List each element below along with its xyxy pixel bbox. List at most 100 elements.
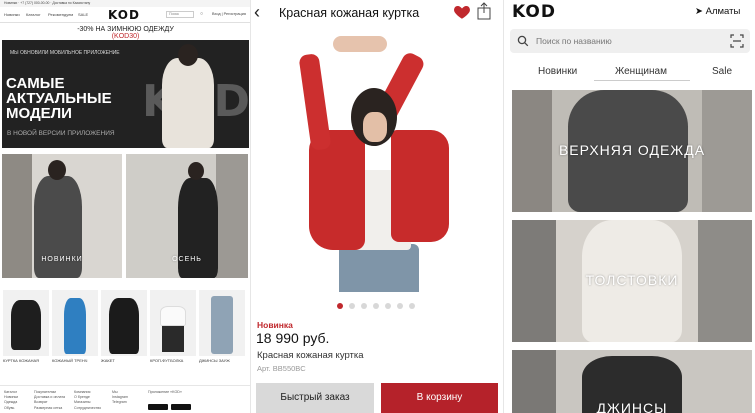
tile-autumn-model [178, 178, 218, 278]
catalog-logo[interactable]: KOD [512, 2, 556, 22]
banner-kicker: МЫ ОБНОВИЛИ МОБИЛЬНОЕ ПРИЛОЖЕНИЕ [10, 50, 120, 56]
new-badge: Новинка [257, 320, 293, 330]
banner-sub: В НОВОЙ ВЕРСИИ ПРИЛОЖЕНИЯ [7, 130, 115, 137]
top-info-text: Новинки · +7 (727) 000-00-00 · Доставка … [4, 1, 91, 5]
product-thumb-4-bottom [162, 326, 184, 352]
gallery-dot-active[interactable] [337, 303, 343, 309]
site-search-placeholder: Поиск [169, 12, 179, 16]
top-info-bar: Новинки · +7 (727) 000-00-00 · Доставка … [0, 0, 250, 7]
photo-face [363, 112, 387, 142]
product-thumb-2-item [64, 298, 86, 354]
gallery-dot[interactable] [397, 303, 403, 309]
tile-new-model-head [48, 160, 66, 180]
banner-headline-1: САМЫЕ [6, 75, 65, 92]
login-link[interactable]: Вход | Регистрация [212, 12, 246, 16]
product-thumb-4[interactable] [150, 290, 196, 356]
city-label: Алматы [705, 6, 741, 17]
gallery-dot[interactable] [373, 303, 379, 309]
product-thumb-5[interactable] [199, 290, 245, 356]
tile-new-label: НОВИНКИ [41, 256, 83, 263]
footer-app-title: Приложение «KOD» [148, 390, 182, 394]
product-photo[interactable] [251, 30, 503, 292]
product-thumb-5-item [211, 296, 233, 354]
product-price: 18 990 руб. [256, 330, 330, 346]
product-thumb-1[interactable] [3, 290, 49, 356]
footer-app: Приложение «KOD» [148, 390, 182, 395]
photo-hands [333, 36, 387, 52]
app-store-badge[interactable] [148, 404, 168, 410]
promo-code: (KOD30) [111, 33, 140, 40]
catalog-panel: KOD ➤ Алматы Поиск по названию Новинки Ж… [503, 0, 755, 413]
quick-order-button[interactable]: Быстрый заказ [256, 383, 374, 413]
product-thumb-3[interactable] [101, 290, 147, 356]
gallery-dot[interactable] [361, 303, 367, 309]
heart-icon[interactable] [453, 3, 471, 21]
tile-autumn-model-head [188, 162, 204, 180]
banner-headline: САМЫЕ АКТУАЛЬНЫЕ МОДЕЛИ [6, 76, 112, 121]
product-thumb-3-item [109, 298, 139, 354]
tile-autumn-label: ОСЕНЬ [172, 256, 202, 263]
share-icon[interactable] [476, 2, 492, 20]
photo-arm-left [298, 53, 332, 151]
nav-item-recommend[interactable]: Рекомендуем [48, 12, 73, 17]
product-caption-4[interactable]: КРОП-ФУТБОЛКА [150, 358, 183, 363]
product-caption-1[interactable]: КУРТКА КОЖАНАЯ [3, 358, 39, 363]
nav-item-sale[interactable]: SALE [78, 12, 88, 17]
footer-col-catalog: Каталог Новинки Одежда Обувь [4, 390, 18, 411]
tab-new[interactable]: Новинки [538, 66, 577, 77]
footer-link[interactable]: Telegram [112, 400, 128, 405]
product-caption-5[interactable]: ДЖИНСЫ ЗАУЖ [199, 358, 230, 363]
website-panel: Новинки · +7 (727) 000-00-00 · Доставка … [0, 0, 251, 413]
banner-headline-2: АКТУАЛЬНЫЕ [6, 90, 112, 107]
app-banner[interactable]: KOD МЫ ОБНОВИЛИ МОБИЛЬНОЕ ПРИЛОЖЕНИЕ САМ… [2, 40, 250, 148]
product-panel: ‹ Красная кожаная куртка Новинка 18 990 … [251, 0, 503, 413]
product-thumb-4-top [160, 306, 186, 326]
location-selector[interactable]: ➤ Алматы [695, 6, 740, 17]
footer-col-social: Мы Instagram Telegram [112, 390, 128, 406]
category-hoodies[interactable]: ТОЛСТОВКИ [512, 220, 752, 342]
tab-women[interactable]: Женщинам [615, 66, 667, 77]
category-outerwear[interactable]: ВЕРХНЯЯ ОДЕЖДА [512, 90, 752, 212]
product-header-title: Красная кожаная куртка [279, 6, 420, 20]
banner-headline-3: МОДЕЛИ [6, 105, 72, 122]
add-to-cart-button[interactable]: В корзину [381, 383, 498, 413]
footer-link[interactable]: Обувь [4, 406, 18, 411]
footer-link[interactable]: Размерная сетка [34, 406, 65, 411]
catalog-search-input[interactable]: Поиск по названию [510, 29, 750, 53]
site-logo[interactable]: KOD [108, 8, 140, 22]
location-arrow-icon: ➤ [695, 6, 703, 17]
gallery-dot[interactable] [409, 303, 415, 309]
promo-text[interactable]: -30% НА ЗИМНЮЮ ОДЕЖДУ [0, 26, 250, 33]
category-jeans[interactable]: ДЖИНСЫ [512, 350, 752, 413]
footer-col-customers: Покупателям Доставка и оплата Возврат Ра… [34, 390, 65, 411]
product-thumb-2[interactable] [52, 290, 98, 356]
product-name: Красная кожаная куртка [257, 350, 364, 361]
scan-icon[interactable] [730, 34, 744, 48]
nav-item-new[interactable]: Новинки [4, 12, 20, 17]
product-caption-3[interactable]: ЖАКЕТ [101, 358, 115, 363]
product-thumb-1-item [11, 300, 41, 350]
tab-sale[interactable]: Sale [712, 66, 732, 77]
search-icon [517, 35, 529, 47]
category-outerwear-label: ВЕРХНЯЯ ОДЕЖДА [558, 142, 706, 158]
tile-autumn[interactable]: ОСЕНЬ [126, 154, 248, 278]
category-jeans-label: ДЖИНСЫ [596, 400, 668, 413]
product-caption-2[interactable]: КОЖАНЫЙ ТРЕНЧ [52, 358, 87, 363]
site-search-input[interactable]: Поиск [166, 11, 194, 18]
nav-item-catalog[interactable]: Каталог [26, 12, 41, 17]
google-play-badge[interactable] [171, 404, 191, 410]
footer-link[interactable]: Сотрудничество [74, 406, 101, 411]
product-article: Арт. BB550BC [257, 364, 306, 373]
gallery-dots [337, 303, 427, 311]
banner-model-head [178, 44, 198, 66]
gallery-dot[interactable] [385, 303, 391, 309]
catalog-search-placeholder: Поиск по названию [536, 36, 612, 46]
back-arrow-icon[interactable]: ‹ [254, 2, 260, 23]
gallery-dot[interactable] [349, 303, 355, 309]
cart-icon[interactable]: ○ [200, 11, 203, 17]
footer-col-company: Компания О бренде Магазины Сотрудничеств… [74, 390, 101, 411]
tile-new[interactable]: НОВИНКИ [2, 154, 122, 278]
footer-link[interactable]: Одежда [4, 400, 18, 405]
photo-jeans [339, 244, 419, 292]
nav-divider [0, 22, 250, 23]
